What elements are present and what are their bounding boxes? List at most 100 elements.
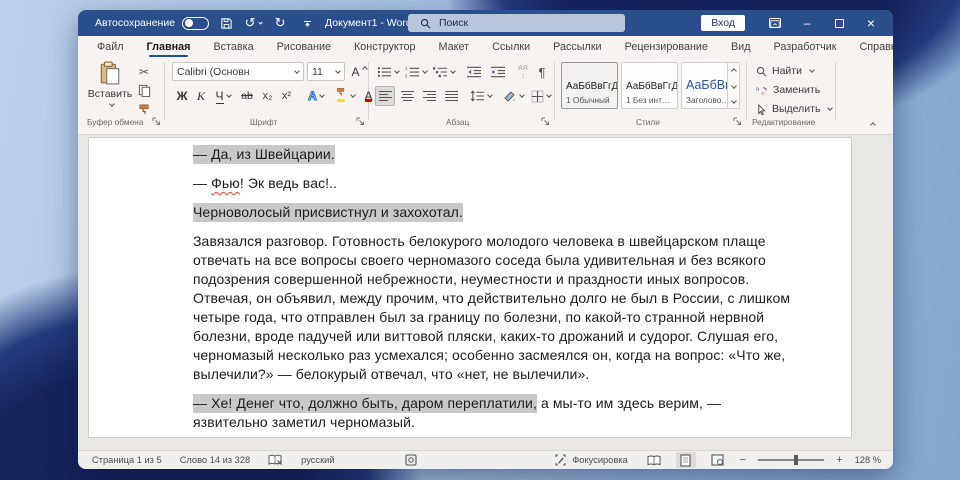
subscript-button[interactable]: x₂ (259, 86, 276, 106)
bullets-button[interactable] (376, 62, 400, 82)
line-spacing-button[interactable] (468, 86, 494, 106)
save-button[interactable] (216, 12, 236, 34)
tab-insert[interactable]: Вставка (213, 36, 253, 58)
print-layout-button[interactable] (676, 452, 696, 468)
tab-design[interactable]: Конструктор (354, 36, 416, 58)
document-area[interactable]: — Да, из Швейцарии. — Фью! Эк ведь вас!..… (78, 135, 893, 450)
style-card-normal[interactable]: АаБбВвГгД 1 Обычный (561, 62, 618, 109)
tab-developer[interactable]: Разработчик (774, 36, 837, 58)
quick-access-customize-button[interactable] (297, 12, 317, 34)
chevron-up-icon (870, 122, 876, 128)
zoom-slider-thumb[interactable] (794, 455, 798, 465)
styles-gallery-scrollbar[interactable] (727, 62, 740, 109)
italic-button[interactable]: К (193, 86, 209, 106)
chevron-down-icon (487, 92, 493, 98)
tab-help[interactable]: Справка (859, 36, 893, 58)
proofing-status[interactable] (268, 454, 283, 466)
chevron-down-icon (319, 92, 325, 98)
read-mode-button[interactable] (644, 452, 664, 468)
show-marks-button[interactable]: ¶ (534, 62, 550, 82)
text-effects-button[interactable]: А (303, 86, 329, 106)
ribbon-tab-bar: Файл Главная Вставка Рисование Конструкт… (78, 36, 893, 58)
text-run: Фью (211, 175, 240, 191)
minimize-button[interactable]: – (793, 11, 821, 35)
chevron-down-icon (546, 92, 552, 98)
undo-button[interactable]: ↺ (243, 12, 263, 34)
paste-button[interactable]: Вставить (88, 61, 132, 125)
justify-button[interactable] (441, 86, 461, 106)
replace-button[interactable]: Заменить (756, 84, 820, 96)
ribbon-display-options-button[interactable] (761, 11, 789, 35)
paragraph-dialog-launcher[interactable] (541, 117, 550, 126)
page-count[interactable]: Страница 1 из 5 (92, 455, 162, 465)
read-mode-icon (647, 455, 661, 466)
style-card-no-spacing[interactable]: АаБбВвГгД 1 Без инт… (621, 62, 678, 109)
focus-mode-button[interactable]: Фокусировка (554, 454, 628, 466)
focus-label: Фокусировка (572, 455, 628, 465)
paragraph[interactable]: — Хе! Денег что, должно быть, даром пере… (193, 394, 799, 432)
numbering-button[interactable] (404, 62, 428, 82)
format-painter-button[interactable] (134, 99, 154, 119)
multilevel-list-button[interactable] (432, 62, 456, 82)
autosave-toggle[interactable] (182, 17, 209, 30)
maximize-icon (835, 19, 844, 28)
search-input[interactable]: Поиск (408, 14, 625, 32)
highlight-color-button[interactable] (331, 86, 357, 106)
zoom-out-button[interactable]: − (740, 454, 746, 466)
align-center-button[interactable] (397, 86, 417, 106)
cut-button[interactable]: ✂ (134, 62, 154, 82)
clipboard-dialog-launcher[interactable] (152, 117, 161, 126)
tab-references[interactable]: Ссылки (492, 36, 530, 58)
tab-mailings[interactable]: Рассылки (553, 36, 601, 58)
collapse-ribbon-button[interactable] (871, 118, 875, 130)
signin-button[interactable]: Вход (701, 15, 745, 31)
font-name-combobox[interactable]: Calibri (Основн (172, 62, 304, 81)
paragraph[interactable]: — Фью! Эк ведь вас!.. (193, 174, 799, 193)
align-left-button[interactable] (375, 86, 395, 106)
zoom-level[interactable]: 128 % (855, 455, 881, 465)
align-right-button[interactable] (419, 86, 439, 106)
close-icon: × (867, 15, 875, 31)
maximize-button[interactable] (825, 11, 853, 35)
underline-button[interactable]: Ч (211, 86, 235, 106)
tab-view[interactable]: Вид (731, 36, 751, 58)
tab-file[interactable]: Файл (97, 36, 124, 58)
tab-layout[interactable]: Макет (439, 36, 470, 58)
styles-dialog-launcher[interactable] (733, 117, 742, 126)
sort-button[interactable]: АЯ↓ (514, 62, 532, 82)
replace-label: Заменить (773, 84, 820, 96)
document-page[interactable]: — Да, из Швейцарии. — Фью! Эк ведь вас!..… (88, 137, 852, 438)
increase-indent-button[interactable] (488, 62, 508, 82)
font-dialog-launcher[interactable] (356, 117, 365, 126)
tab-home[interactable]: Главная (147, 36, 191, 58)
copy-button[interactable] (134, 80, 154, 100)
grow-font-button[interactable]: А (348, 62, 370, 82)
close-button[interactable]: × (857, 11, 885, 35)
paragraph[interactable]: Завязался разговор. Готовность белокурог… (193, 232, 799, 384)
word-count[interactable]: Слово 14 из 328 (180, 455, 250, 465)
web-layout-button[interactable] (708, 452, 728, 468)
font-size-value: 11 (312, 66, 323, 78)
zoom-in-button[interactable]: + (836, 454, 842, 466)
paragraph[interactable]: Черноволосый присвистнул и захохотал. (193, 203, 799, 222)
tab-review[interactable]: Рецензирование (625, 36, 708, 58)
tab-draw[interactable]: Рисование (277, 36, 331, 58)
scroll-up-icon[interactable] (731, 68, 737, 74)
redo-button[interactable]: ↻ (270, 12, 290, 34)
find-button[interactable]: Найти (756, 65, 814, 77)
macro-record-button[interactable] (405, 454, 417, 466)
select-button[interactable]: Выделить (756, 103, 832, 115)
paragraph[interactable]: — Да, из Швейцарии. (193, 145, 799, 164)
strikethrough-button[interactable]: ab (238, 86, 256, 106)
scroll-down-icon[interactable] (731, 83, 737, 89)
chevron-down-icon (305, 22, 309, 26)
borders-button[interactable] (528, 86, 554, 106)
decrease-indent-button[interactable] (464, 62, 484, 82)
language-status[interactable]: русский (301, 455, 334, 465)
zoom-slider[interactable] (758, 459, 824, 461)
bold-button[interactable]: Ж (173, 86, 191, 106)
shading-button[interactable] (500, 86, 526, 106)
superscript-button[interactable]: x² (278, 86, 295, 106)
gallery-more-icon[interactable] (731, 98, 737, 104)
font-size-combobox[interactable]: 11 (307, 62, 345, 81)
